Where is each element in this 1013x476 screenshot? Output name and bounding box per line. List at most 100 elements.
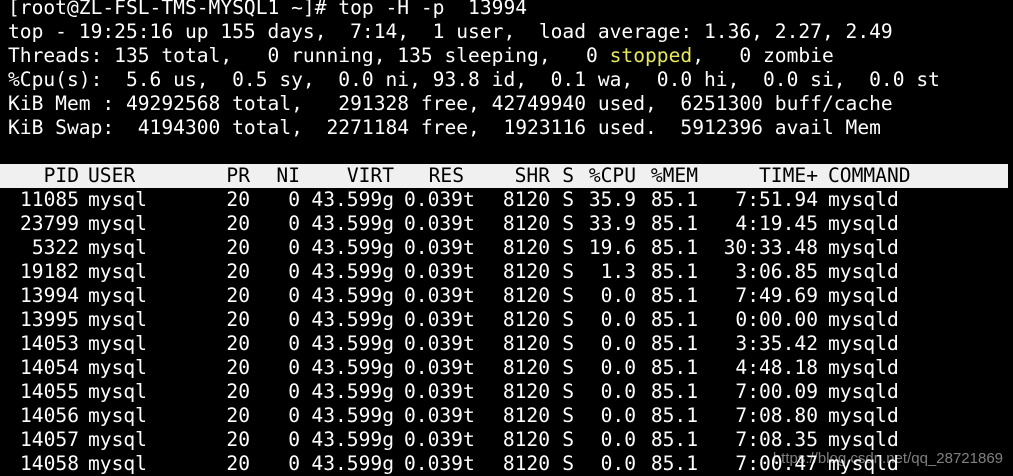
cell-cpu-percent: 0.0 (600, 404, 636, 427)
column-header-command: COMMAND (828, 164, 911, 187)
cell-time: 7:00.09 (735, 380, 818, 403)
cell-priority: 20 (226, 380, 250, 403)
cell-nice: 0 (288, 308, 300, 331)
column-header-pid: PID (43, 164, 79, 187)
cell-virt: 43.599g (311, 356, 394, 379)
cell-shr: 8120 (502, 380, 550, 403)
cell-virt: 43.599g (311, 308, 394, 331)
cell-time: 7:08.35 (735, 428, 818, 451)
cell-mem-percent: 85.1 (650, 212, 698, 235)
table-row: 14057 mysql 20 0 43.599g 0.039t 8120 S 0.0 85.1 7:… (8, 428, 1013, 452)
cell-nice: 0 (288, 404, 300, 427)
cell-mem-percent: 85.1 (650, 332, 698, 355)
cell-priority: 20 (226, 428, 250, 451)
cell-mem-percent: 85.1 (650, 356, 698, 379)
cell-time: 7:51.94 (735, 188, 818, 211)
table-row: 23799 mysql 20 0 43.599g 0.039t 8120 S 33.9 85.1 4… (8, 212, 1013, 236)
cell-priority: 20 (226, 332, 250, 355)
cell-shr: 8120 (502, 260, 550, 283)
cell-nice: 0 (288, 188, 300, 211)
cell-mem-percent: 85.1 (650, 284, 698, 307)
terminal-output[interactable]: [root@ZL-FSL-TMS-MYSQL1 ~]# top -H -p 13… (0, 0, 1013, 476)
threads-line: Threads: 135 total, 0 running, 135 sleep… (8, 44, 1013, 68)
threads-stopped-label: stopped (609, 44, 693, 67)
cell-nice: 0 (288, 380, 300, 403)
cell-pid: 14055 (20, 380, 79, 403)
cell-shr: 8120 (502, 284, 550, 307)
cell-command: mysqld (828, 332, 899, 355)
cell-pid: 13995 (20, 308, 79, 331)
cell-virt: 43.599g (311, 236, 394, 259)
cell-priority: 20 (226, 308, 250, 331)
cell-state: S (562, 308, 574, 331)
table-row: 14053 mysql 20 0 43.599g 0.039t 8120 S 0.0 85.1 3:… (8, 332, 1013, 356)
column-header-user: USER (88, 164, 136, 187)
cell-state: S (562, 404, 574, 427)
cell-user: mysql (88, 284, 147, 307)
cell-command: mysqld (828, 404, 899, 427)
table-row: 14056 mysql 20 0 43.599g 0.039t 8120 S 0.0 85.1 7:… (8, 404, 1013, 428)
cell-pid: 19182 (20, 260, 79, 283)
cell-priority: 20 (226, 452, 250, 475)
cell-res: 0.039t (404, 428, 475, 451)
cell-cpu-percent: 0.0 (600, 308, 636, 331)
cell-res: 0.039t (404, 404, 475, 427)
cell-virt: 43.599g (311, 452, 394, 475)
cell-time: 7:08.80 (735, 404, 818, 427)
cell-res: 0.039t (404, 380, 475, 403)
cell-virt: 43.599g (311, 188, 394, 211)
cell-res: 0.039t (404, 308, 475, 331)
cell-command: mysqld (828, 188, 899, 211)
cell-user: mysql (88, 188, 147, 211)
column-header-res: RES (428, 164, 464, 187)
cell-cpu-percent: 35.9 (588, 188, 636, 211)
cell-state: S (562, 260, 574, 283)
cell-mem-percent: 85.1 (650, 380, 698, 403)
cell-nice: 0 (288, 236, 300, 259)
cell-mem-percent: 85.1 (650, 428, 698, 451)
watermark: https://blog.csdn.net/qq_28721869 (772, 450, 1003, 467)
cell-priority: 20 (226, 188, 250, 211)
cell-shr: 8120 (502, 332, 550, 355)
table-row: 13994 mysql 20 0 43.599g 0.039t 8120 S 0.0 85.1 7:… (8, 284, 1013, 308)
swap-line: KiB Swap: 4194300 total, 2271184 free, 1… (8, 116, 881, 139)
cell-pid: 5322 (31, 236, 79, 259)
cell-res: 0.039t (404, 260, 475, 283)
column-header-shr: SHR (514, 164, 550, 187)
cell-mem-percent: 85.1 (650, 260, 698, 283)
cell-state: S (562, 284, 574, 307)
cell-nice: 0 (288, 284, 300, 307)
column-header-state: S (562, 164, 574, 187)
cell-cpu-percent: 0.0 (600, 332, 636, 355)
cell-res: 0.039t (404, 236, 475, 259)
cell-nice: 0 (288, 428, 300, 451)
cell-user: mysql (88, 260, 147, 283)
cell-cpu-percent: 0.0 (600, 452, 636, 475)
cell-shr: 8120 (502, 404, 550, 427)
cell-pid: 23799 (20, 212, 79, 235)
cell-user: mysql (88, 380, 147, 403)
column-header-time: TIME+ (759, 164, 818, 187)
cell-priority: 20 (226, 212, 250, 235)
cell-time: 3:06.85 (735, 260, 818, 283)
table-row: 14054 mysql 20 0 43.599g 0.039t 8120 S 0.0 85.1 4:… (8, 356, 1013, 380)
cell-pid: 14057 (20, 428, 79, 451)
cell-time: 4:19.45 (735, 212, 818, 235)
cell-state: S (562, 428, 574, 451)
cell-virt: 43.599g (311, 260, 394, 283)
cell-shr: 8120 (502, 308, 550, 331)
cell-res: 0.039t (404, 332, 475, 355)
cell-state: S (562, 236, 574, 259)
cell-time: 4:48.18 (735, 356, 818, 379)
mem-line: KiB Mem : 49292568 total, 291328 free, 4… (8, 92, 893, 115)
cell-command: mysqld (828, 236, 899, 259)
cell-cpu-percent: 0.0 (600, 380, 636, 403)
cell-command: mysqld (828, 308, 899, 331)
cell-command: mysqld (828, 380, 899, 403)
cell-virt: 43.599g (311, 380, 394, 403)
cell-time: 7:49.69 (735, 284, 818, 307)
cell-priority: 20 (226, 284, 250, 307)
column-header-nice: NI (276, 164, 300, 187)
cpu-line: %Cpu(s): 5.6 us, 0.5 sy, 0.0 ni, 93.8 id… (8, 68, 940, 91)
table-header: PID USER PR NI VIRT RES SHR S %CPU %MEM TIME+ COMMA… (0, 164, 1008, 188)
